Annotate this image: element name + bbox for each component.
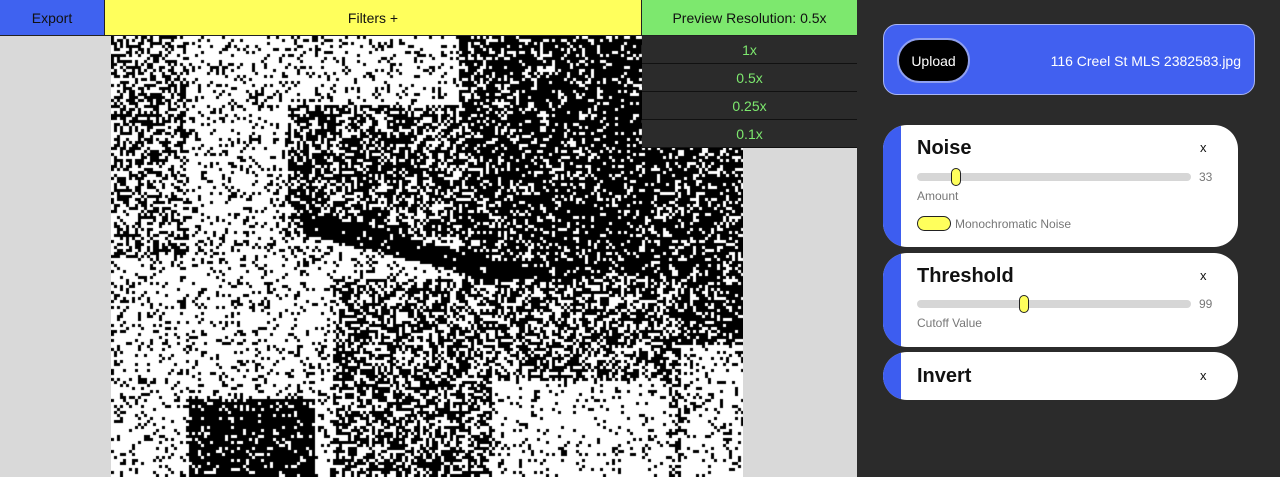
remove-filter-button[interactable]: x [1200,140,1207,155]
slider-thumb[interactable] [1019,295,1029,313]
slider-thumb[interactable] [951,168,961,186]
filter-title: Noise [917,137,972,159]
file-name: 116 Creel St MLS 2382583.jpg [1050,53,1241,69]
cutoff-slider[interactable] [917,295,1191,313]
amount-slider[interactable] [917,168,1191,186]
resolution-option-0.5x[interactable]: 0.5x [642,64,857,92]
toggle-label: Monochromatic Noise [955,217,1072,231]
filter-drag-handle[interactable] [883,352,901,400]
filter-card-threshold: Threshold x 99 Cutoff Value [883,253,1238,347]
slider-label: Amount [917,189,959,203]
resolution-option-0.25x[interactable]: 0.25x [642,92,857,120]
preview-resolution-button[interactable]: Preview Resolution: 0.5x [642,0,857,36]
filter-title: Threshold [917,265,1014,287]
slider-value: 33 [1199,170,1213,184]
upload-button[interactable]: Upload [897,38,970,83]
filter-card-invert: Invert x [883,352,1238,400]
resolution-option-0.1x[interactable]: 0.1x [642,120,857,148]
filter-drag-handle[interactable] [883,125,901,247]
upload-card: Upload 116 Creel St MLS 2382583.jpg [883,24,1255,95]
slider-label: Cutoff Value [917,316,982,330]
filter-drag-handle[interactable] [883,253,901,347]
filter-card-noise: Noise x 33 Amount Monochromatic Noise [883,125,1238,247]
resolution-option-1x[interactable]: 1x [642,36,857,64]
export-button[interactable]: Export [0,0,105,36]
resolution-dropdown: 1x 0.5x 0.25x 0.1x [642,36,857,148]
filter-title: Invert [917,365,972,387]
remove-filter-button[interactable]: x [1200,368,1207,383]
remove-filter-button[interactable]: x [1200,268,1207,283]
filter-panel: Upload 116 Creel St MLS 2382583.jpg Nois… [857,0,1280,477]
slider-value: 99 [1199,297,1213,311]
add-filter-button[interactable]: Filters + [105,0,642,36]
monochromatic-noise-toggle[interactable] [917,216,951,231]
